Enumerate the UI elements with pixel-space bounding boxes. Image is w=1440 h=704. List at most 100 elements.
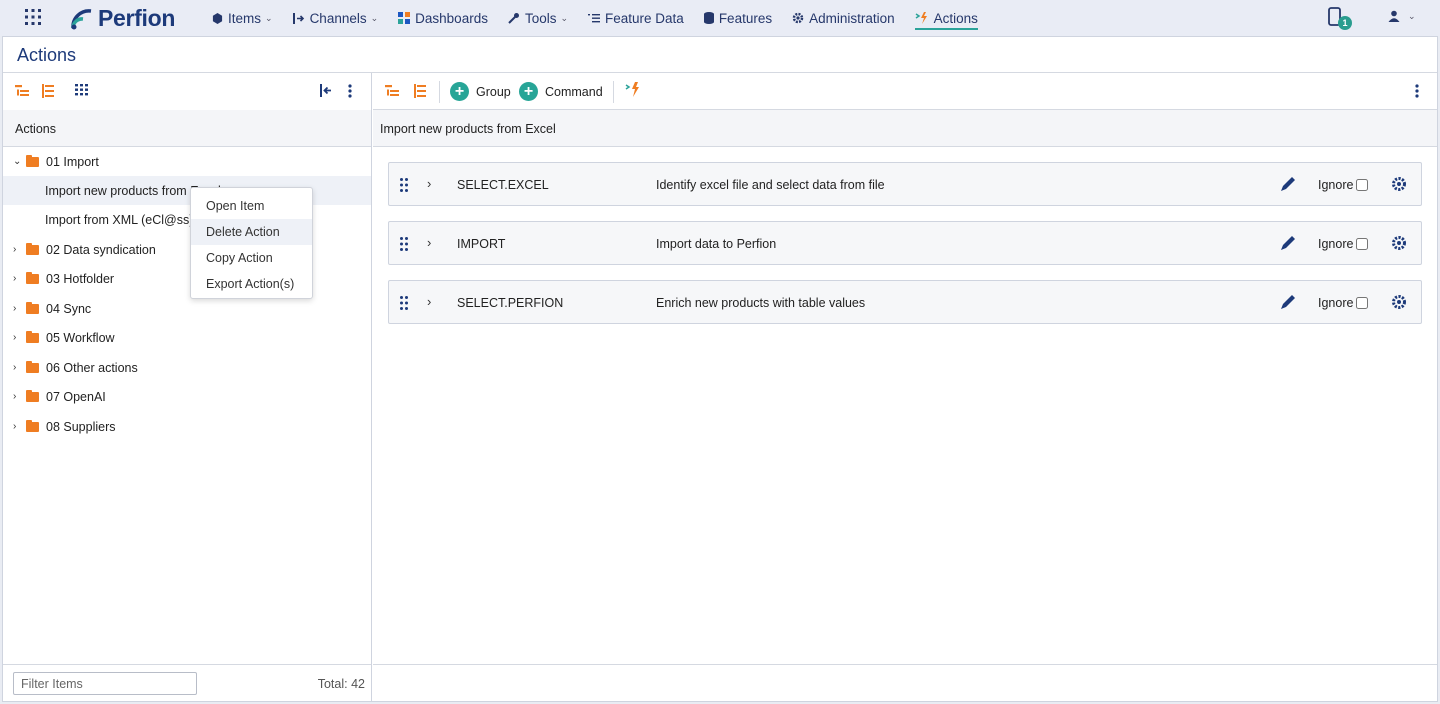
chevron-right-icon[interactable]: › bbox=[13, 421, 23, 432]
chevron-right-icon[interactable]: › bbox=[13, 303, 23, 314]
chevron-down-icon: ⌄ bbox=[265, 12, 273, 23]
command-description: Identify excel file and select data from… bbox=[656, 178, 885, 192]
tree-folder-05[interactable]: › 05 Workflow bbox=[3, 323, 371, 352]
nav-channels[interactable]: Channels ⌄ bbox=[292, 0, 379, 36]
nav-feature-data[interactable]: Feature Data bbox=[588, 0, 684, 36]
chevron-down-icon: ⌄ bbox=[370, 12, 379, 23]
add-group-button[interactable]: + Group bbox=[450, 82, 511, 101]
run-action-icon[interactable] bbox=[625, 82, 641, 98]
nav-dashboards-label: Dashboards bbox=[415, 10, 488, 26]
main-area: Actions Actions ⌄ 01 Import Import new p… bbox=[2, 36, 1438, 702]
menu-delete-action[interactable]: Delete Action bbox=[191, 219, 312, 245]
ignore-checkbox[interactable] bbox=[1356, 179, 1369, 191]
nav-features[interactable]: Features bbox=[703, 0, 773, 36]
tree-folder-03[interactable]: › 03 Hotfolder bbox=[3, 264, 371, 293]
tree-item-label: 01 Import bbox=[46, 154, 99, 169]
dashboard-icon bbox=[398, 12, 411, 24]
gear-icon bbox=[792, 12, 804, 24]
column-view-icon[interactable] bbox=[75, 84, 89, 96]
context-menu: Open Item Delete Action Copy Action Expo… bbox=[190, 187, 313, 299]
ignore-toggle[interactable]: Ignore bbox=[1318, 296, 1369, 310]
edit-pencil-icon[interactable] bbox=[1279, 175, 1297, 193]
chevron-right-icon[interactable]: › bbox=[13, 332, 23, 343]
user-icon bbox=[1388, 10, 1400, 22]
menu-copy-action[interactable]: Copy Action bbox=[191, 245, 312, 271]
tree-folder-04[interactable]: › 04 Sync bbox=[3, 294, 371, 323]
command-name: SELECT.PERFION bbox=[457, 296, 564, 310]
menu-export-actions[interactable]: Export Action(s) bbox=[191, 271, 312, 297]
chevron-right-icon[interactable]: › bbox=[427, 294, 431, 309]
more-options-icon[interactable] bbox=[1415, 84, 1419, 98]
menu-open-item[interactable]: Open Item bbox=[191, 193, 312, 219]
folder-icon bbox=[26, 301, 39, 314]
tree-folder-08[interactable]: › 08 Suppliers bbox=[3, 412, 371, 441]
nav-dashboards[interactable]: Dashboards bbox=[398, 0, 488, 36]
nav-channels-label: Channels bbox=[309, 10, 367, 26]
chevron-right-icon[interactable]: › bbox=[13, 362, 23, 373]
nav-actions[interactable]: Actions bbox=[914, 0, 979, 36]
ignore-toggle[interactable]: Ignore bbox=[1318, 237, 1369, 251]
ignore-toggle[interactable]: Ignore bbox=[1318, 178, 1369, 192]
more-options-icon[interactable] bbox=[348, 84, 352, 98]
nav-items[interactable]: Items ⌄ bbox=[212, 0, 273, 36]
nav-tools[interactable]: Tools ⌄ bbox=[508, 0, 568, 36]
chevron-right-icon[interactable]: › bbox=[427, 176, 431, 191]
command-description: Import data to Perfion bbox=[656, 237, 777, 251]
settings-gear-icon[interactable] bbox=[1391, 235, 1407, 251]
nav-administration[interactable]: Administration bbox=[792, 0, 895, 36]
tree-item-label: 04 Sync bbox=[46, 301, 92, 316]
perfion-logo[interactable]: Perfion bbox=[70, 5, 175, 32]
tree-header: Actions bbox=[3, 110, 371, 147]
tree-expand-icon[interactable] bbox=[15, 84, 31, 98]
ignore-checkbox[interactable] bbox=[1356, 297, 1369, 309]
chevron-right-icon[interactable]: › bbox=[427, 235, 431, 250]
chevron-down-icon: ⌄ bbox=[1408, 10, 1416, 21]
settings-gear-icon[interactable] bbox=[1391, 294, 1407, 310]
nav-features-label: Features bbox=[718, 10, 773, 26]
tree-expand-icon[interactable] bbox=[385, 84, 401, 98]
tree-folder-07[interactable]: › 07 OpenAI bbox=[3, 382, 371, 411]
drag-handle-icon[interactable] bbox=[399, 236, 409, 252]
add-command-button[interactable]: + Command bbox=[519, 82, 603, 101]
edit-pencil-icon[interactable] bbox=[1279, 234, 1297, 252]
toolbar-divider bbox=[439, 81, 440, 103]
user-menu[interactable]: ⌄ bbox=[1388, 10, 1416, 22]
command-row[interactable]: › IMPORT Import data to Perfion Ignore bbox=[388, 221, 1422, 265]
command-description: Enrich new products with table values bbox=[656, 296, 866, 310]
tree-item-import-excel[interactable]: Import new products from Excel bbox=[3, 176, 371, 205]
ignore-checkbox[interactable] bbox=[1356, 238, 1369, 250]
tree-folder-01-import[interactable]: ⌄ 01 Import bbox=[3, 147, 371, 176]
page-title: Actions bbox=[17, 45, 77, 65]
nav-administration-label: Administration bbox=[809, 10, 895, 26]
tree-folder-02[interactable]: › 02 Data syndication bbox=[3, 235, 371, 264]
tree-item-label: 06 Other actions bbox=[46, 360, 138, 375]
settings-gear-icon[interactable] bbox=[1391, 176, 1407, 192]
plus-icon: + bbox=[519, 82, 538, 101]
chevron-right-icon[interactable]: › bbox=[13, 244, 23, 255]
notifications-button[interactable]: 1 bbox=[1328, 7, 1352, 30]
tree-collapse-icon[interactable] bbox=[41, 84, 55, 98]
chevron-right-icon[interactable]: › bbox=[13, 391, 23, 402]
folder-icon bbox=[26, 419, 39, 432]
drag-handle-icon[interactable] bbox=[399, 295, 409, 311]
edit-pencil-icon[interactable] bbox=[1279, 293, 1297, 311]
tree-folder-06[interactable]: › 06 Other actions bbox=[3, 353, 371, 382]
chevron-right-icon[interactable]: › bbox=[13, 273, 23, 284]
chevron-down-icon: ⌄ bbox=[560, 12, 569, 23]
folder-icon bbox=[26, 330, 39, 343]
add-command-label: Command bbox=[545, 84, 603, 99]
filter-items-input[interactable] bbox=[13, 672, 197, 695]
collapse-panel-icon[interactable] bbox=[319, 84, 333, 97]
ignore-label: Ignore bbox=[1318, 237, 1354, 251]
tree-item-label: 08 Suppliers bbox=[46, 419, 116, 434]
command-row[interactable]: › SELECT.PERFION Enrich new products wit… bbox=[388, 280, 1422, 324]
drag-handle-icon[interactable] bbox=[399, 177, 409, 193]
tree-item-import-xml[interactable]: Import from XML (eCl@ss) bbox=[3, 205, 371, 234]
apps-grid-icon[interactable] bbox=[24, 8, 42, 26]
command-name: SELECT.EXCEL bbox=[457, 178, 549, 192]
command-row[interactable]: › SELECT.EXCEL Identify excel file and s… bbox=[388, 162, 1422, 206]
actions-tree-panel: Actions ⌄ 01 Import Import new products … bbox=[3, 73, 372, 701]
tree-collapse-icon[interactable] bbox=[413, 84, 427, 98]
chevron-down-icon[interactable]: ⌄ bbox=[13, 156, 23, 167]
total-count: Total: 42 bbox=[317, 677, 365, 691]
